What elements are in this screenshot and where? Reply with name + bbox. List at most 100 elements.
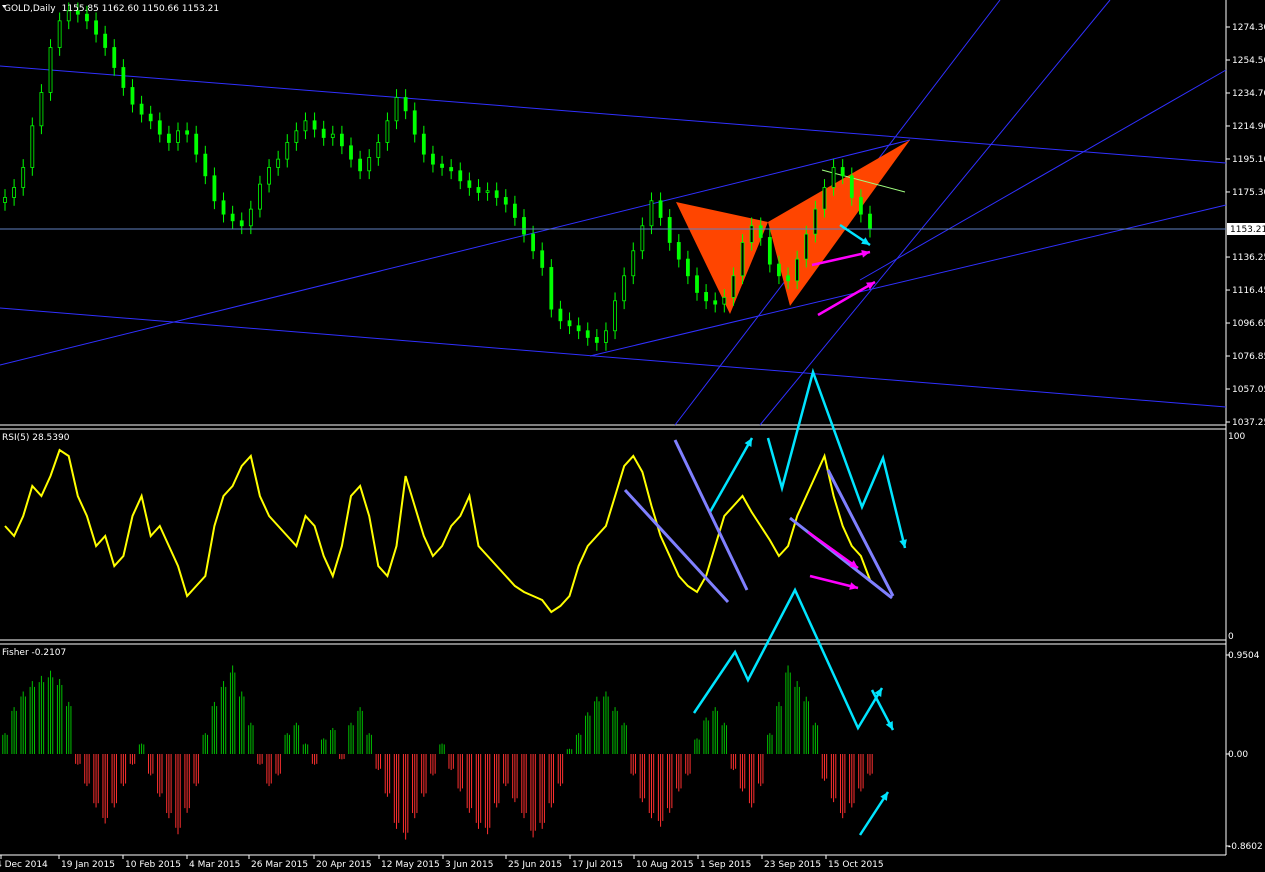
candle-body <box>112 47 117 68</box>
candle-body <box>130 87 135 105</box>
candle-body <box>157 120 162 135</box>
candle-body <box>494 190 499 198</box>
candle-body <box>749 225 754 243</box>
price-tick-label: 1254.50 <box>1232 56 1265 66</box>
candle-body <box>449 167 454 172</box>
candle-body <box>285 142 290 160</box>
candle-body <box>540 250 545 268</box>
price-tick-label: 1214.90 <box>1232 122 1265 132</box>
candle-body <box>813 208 818 235</box>
candle-body <box>421 133 426 155</box>
candle-body <box>376 142 381 158</box>
candle-body <box>166 133 171 143</box>
candle-body <box>403 97 408 112</box>
candle-body <box>194 133 199 155</box>
candle-body <box>795 258 800 282</box>
candle-body <box>549 267 554 310</box>
fisher-tick-label: -0.8602 <box>1228 842 1263 852</box>
candle-body <box>57 20 62 48</box>
candle-body <box>704 292 709 302</box>
time-tick-label: 17 Jul 2015 <box>572 860 623 870</box>
candle-body <box>431 153 435 165</box>
candle-body <box>230 213 235 222</box>
candle-body <box>3 197 7 203</box>
candle-body <box>676 242 681 260</box>
candle-body <box>239 220 244 227</box>
candle-body <box>786 275 790 282</box>
candle-body <box>567 320 572 327</box>
candle-body <box>685 258 690 277</box>
candle-body <box>103 33 108 48</box>
candle-body <box>221 200 226 215</box>
candle-body <box>585 330 590 338</box>
symbol-title: GOLD,Daily 1155.85 1162.60 1150.66 1153.2… <box>4 4 219 14</box>
trading-chart[interactable]: 1274.30 1254.50 1234.70 1214.90 1195.10 1175.… <box>0 0 1265 872</box>
candle-body <box>558 308 563 322</box>
candle-body <box>485 190 490 193</box>
candle-body <box>212 175 217 202</box>
candle-body <box>339 133 344 147</box>
price-tick-label: 1175.30 <box>1232 188 1265 198</box>
candle-body <box>121 67 126 88</box>
candle-body <box>467 180 472 188</box>
candle-body <box>849 175 854 198</box>
candle-body <box>667 217 672 243</box>
candle-body <box>12 187 17 198</box>
time-tick-label: 12 May 2015 <box>381 860 440 870</box>
candle-body <box>267 167 271 185</box>
time-tick-label: 15 Oct 2015 <box>828 860 884 870</box>
rsi-title: RSI(5) 28.5390 <box>2 433 70 443</box>
rsi-tick-label: 0 <box>1228 632 1234 642</box>
candle-body <box>248 208 253 227</box>
price-tick-label: 1037.25 <box>1232 418 1265 428</box>
candle-body <box>39 92 44 127</box>
candle-body <box>349 145 353 160</box>
candle-body <box>767 237 772 265</box>
candle-body <box>203 153 208 177</box>
time-tick-label: 20 Apr 2015 <box>316 860 372 870</box>
time-tick-label: 23 Sep 2015 <box>764 860 821 870</box>
price-tick-label: 1234.70 <box>1232 89 1265 99</box>
candle-body <box>476 187 481 193</box>
price-tick-label: 1057.05 <box>1232 385 1265 395</box>
ohlc-values: 1155.85 1162.60 1150.66 1153.21 <box>62 4 219 14</box>
time-tick-label: 10 Feb 2015 <box>125 860 181 870</box>
candle-body <box>48 47 53 93</box>
time-tick-label: 19 Jan 2015 <box>61 860 115 870</box>
time-tick-label: 25 Jun 2015 <box>508 860 562 870</box>
candle-body <box>804 233 809 260</box>
candle-body <box>658 200 663 218</box>
candle-body <box>330 133 335 138</box>
rsi-tick-label: 100 <box>1228 432 1245 442</box>
chart-background <box>0 0 1265 872</box>
candle-body <box>458 170 463 182</box>
candle-body <box>321 128 326 138</box>
candle-body <box>440 163 444 168</box>
candle-body <box>358 158 363 172</box>
time-tick-label: 26 Mar 2015 <box>251 860 308 870</box>
time-tick-label: 4 Mar 2015 <box>189 860 240 870</box>
candle-body <box>758 225 763 238</box>
time-tick-label: 1 Sep 2015 <box>700 860 751 870</box>
symbol-name: GOLD,Daily <box>4 4 56 14</box>
time-tick-label: 3 Jun 2015 <box>445 860 493 870</box>
candle-body <box>276 158 281 168</box>
candle-body <box>613 300 617 332</box>
candle-body <box>822 187 827 210</box>
candle-body <box>21 167 26 188</box>
candle-body <box>176 130 180 143</box>
price-tick-label: 1136.25 <box>1232 253 1265 263</box>
candle-body <box>858 197 863 215</box>
price-tick-label: 1096.65 <box>1232 319 1265 329</box>
candle-body <box>868 213 872 230</box>
price-tick-label: 1195.10 <box>1232 155 1265 165</box>
candle-body <box>522 217 526 235</box>
candle-body <box>94 20 98 35</box>
candle-body <box>258 183 262 210</box>
candle-body <box>412 110 417 135</box>
candle-body <box>840 167 845 177</box>
candle-body <box>303 120 308 132</box>
candle-body <box>831 167 836 188</box>
candle-body <box>631 250 636 277</box>
price-tick-label: 1274.30 <box>1232 23 1265 33</box>
